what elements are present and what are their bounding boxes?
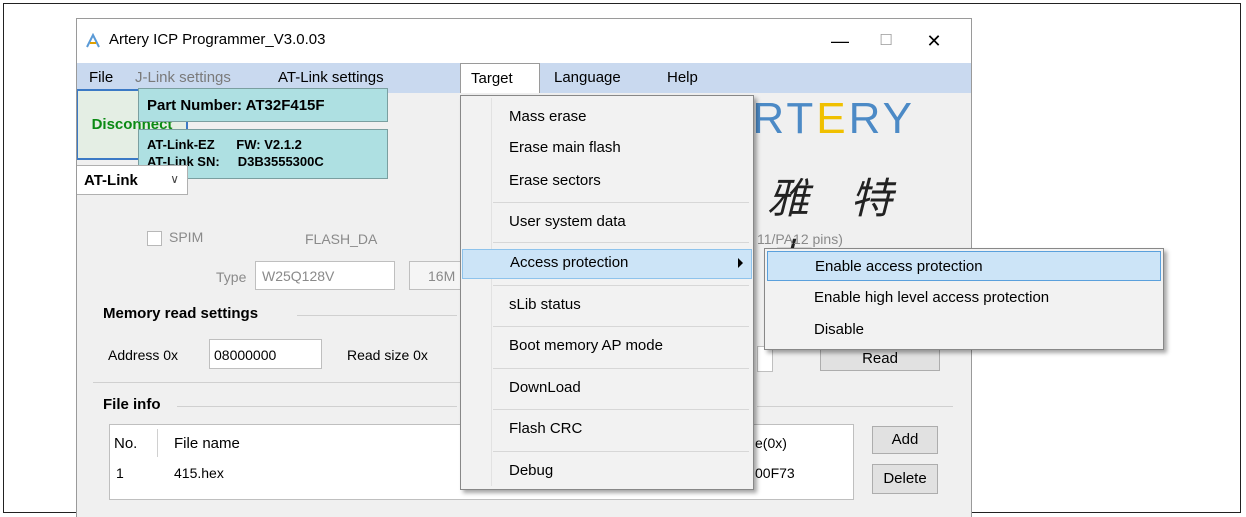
menu-item-debug[interactable]: Debug — [462, 458, 752, 484]
menu-item-access-protection[interactable]: Access protection — [462, 249, 752, 279]
group-divider — [93, 382, 465, 383]
col-no: No. — [114, 435, 138, 452]
menu-target-label: Target — [471, 70, 513, 87]
menu-help[interactable]: Help — [667, 69, 698, 86]
delete-button[interactable]: Delete — [872, 464, 938, 494]
type-label: Type — [216, 269, 247, 285]
file-info-title: File info — [103, 396, 161, 413]
maximize-button[interactable]: ☐ — [863, 25, 909, 57]
menu-item-flash-crc[interactable]: Flash CRC — [462, 416, 752, 442]
close-button[interactable]: ✕ — [911, 25, 957, 57]
menu-separator — [493, 409, 749, 410]
group-divider — [297, 315, 457, 316]
menu-item-download[interactable]: DownLoad — [462, 375, 752, 401]
memory-read-title: Memory read settings — [103, 305, 259, 322]
menu-target[interactable]: Target — [460, 63, 540, 93]
flash-label: FLASH_DA — [305, 231, 378, 247]
menu-item-boot-memory-ap-mode[interactable]: Boot memory AP mode — [462, 333, 752, 359]
minimize-button[interactable]: — — [817, 25, 863, 57]
logo-text-e: E — [816, 94, 849, 143]
interface-select[interactable]: AT-Link ∨ — [77, 165, 188, 195]
row-no: 1 — [116, 465, 124, 481]
interface-value: AT-Link — [84, 172, 138, 189]
part-number-box: Part Number: AT32F415F — [138, 88, 388, 122]
menu-item-label: DownLoad — [509, 379, 581, 396]
read-size-label: Read size 0x — [347, 347, 428, 363]
submenu-item-label: Enable access protection — [815, 258, 983, 275]
menu-item-label: Debug — [509, 462, 554, 479]
menu-language[interactable]: Language — [554, 69, 621, 86]
add-button[interactable]: Add — [872, 426, 938, 454]
menu-item-erase-main-flash[interactable]: Erase main flash — [462, 135, 752, 161]
submenu-item-label: Enable high level access protection — [814, 289, 1050, 306]
chevron-down-icon: ∨ — [170, 172, 179, 186]
menu-item-erase-sectors[interactable]: Erase sectors — [462, 168, 752, 194]
menu-item-label: Flash CRC — [509, 420, 583, 437]
submenu-item-enable-access-protection[interactable]: Enable access protection — [767, 251, 1161, 281]
logo-text-b: RY — [848, 94, 915, 143]
size-field[interactable]: 16M — [409, 261, 465, 290]
group-divider — [757, 406, 953, 407]
type-field[interactable]: W25Q128V — [255, 261, 395, 290]
target-dropdown: Mass erase Erase main flash Erase sector… — [460, 95, 754, 490]
row-size: 00F73 — [755, 465, 795, 481]
menu-separator — [493, 202, 749, 203]
address-label: Address 0x — [108, 347, 179, 363]
col-divider — [157, 429, 158, 457]
access-protection-submenu: Enable access protection Enable high lev… — [764, 248, 1164, 350]
menu-item-slib-status[interactable]: sLib status — [462, 292, 752, 318]
menu-item-label: Mass erase — [509, 108, 587, 125]
menu-atlink-settings[interactable]: AT-Link settings — [278, 69, 384, 86]
menu-separator — [493, 285, 749, 286]
spim-checkbox[interactable] — [147, 231, 162, 246]
part-number: Part Number: AT32F415F — [147, 97, 325, 114]
menu-item-user-system-data[interactable]: User system data — [462, 209, 752, 235]
title-bar: Artery ICP Programmer_V3.0.03 — ☐ ✕ — [77, 19, 971, 63]
spim-label: SPIM — [169, 229, 204, 245]
menu-separator — [493, 451, 749, 452]
menu-jlink-settings[interactable]: J-Link settings — [135, 69, 231, 86]
menu-item-label: User system data — [509, 213, 626, 230]
menu-item-label: Boot memory AP mode — [509, 337, 663, 354]
menu-item-label: Erase sectors — [509, 172, 601, 189]
type-value: W25Q128V — [262, 268, 335, 284]
group-divider — [177, 406, 457, 407]
app-icon — [86, 33, 100, 48]
col-size: e(0x) — [755, 435, 787, 451]
link-fw-info: AT-Link-EZ FW: V2.1.2 — [147, 137, 302, 152]
submenu-arrow-icon — [738, 258, 743, 268]
row-file-name: 415.hex — [174, 465, 224, 481]
submenu-item-enable-high-level-protection[interactable]: Enable high level access protection — [767, 283, 1161, 313]
submenu-item-label: Disable — [814, 321, 865, 338]
menu-separator — [493, 368, 749, 369]
submenu-item-disable[interactable]: Disable — [767, 315, 1161, 345]
menu-file[interactable]: File — [89, 69, 113, 86]
window-title: Artery ICP Programmer_V3.0.03 — [109, 31, 326, 48]
col-file-name: File name — [174, 435, 240, 452]
menu-item-mass-erase[interactable]: Mass erase — [462, 104, 752, 130]
address-input[interactable]: 08000000 — [209, 339, 322, 369]
size-value: 16M — [428, 268, 456, 284]
menu-separator — [493, 326, 749, 327]
address-value: 08000000 — [214, 347, 277, 363]
pins-label: 11/PA12 pins) — [757, 231, 843, 247]
menu-item-label: sLib status — [509, 296, 581, 313]
read-button-label: Read — [862, 350, 898, 367]
menu-item-label: Erase main flash — [509, 139, 621, 156]
menu-separator — [493, 242, 749, 243]
menu-item-label: Access protection — [510, 254, 629, 271]
